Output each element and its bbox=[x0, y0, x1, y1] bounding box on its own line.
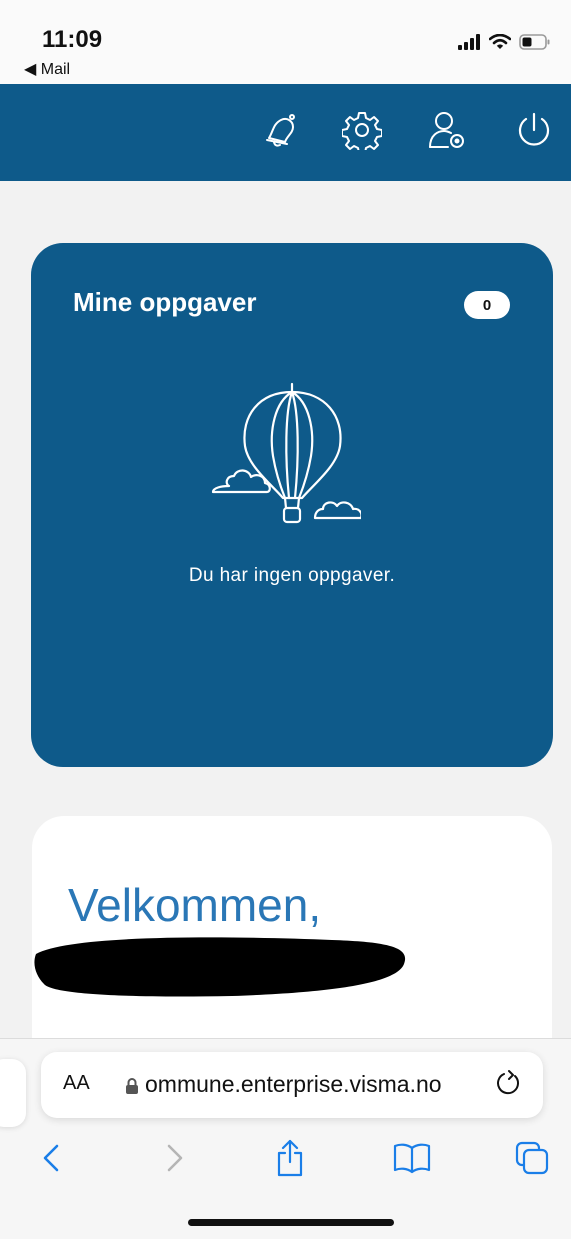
settings-button[interactable] bbox=[336, 104, 388, 156]
user-settings-icon bbox=[429, 112, 464, 148]
chevron-right-icon bbox=[167, 1144, 183, 1172]
tasks-title: Mine oppgaver bbox=[73, 287, 257, 317]
wifi-icon bbox=[489, 34, 511, 49]
chevron-left-icon bbox=[43, 1144, 59, 1172]
forward-button[interactable] bbox=[152, 1136, 196, 1180]
back-button[interactable] bbox=[30, 1136, 74, 1180]
my-tasks-card[interactable]: Mine oppgaver 0 Du har ingen oppgaver. bbox=[31, 243, 553, 767]
lock-icon bbox=[126, 1078, 138, 1094]
status-time: 11:09 bbox=[42, 26, 103, 53]
status-icons bbox=[457, 34, 551, 50]
logout-button[interactable] bbox=[508, 104, 560, 156]
battery-icon bbox=[519, 34, 550, 50]
status-bar: 11:09 ◀ Mail bbox=[0, 0, 571, 84]
home-indicator bbox=[188, 1219, 394, 1226]
cellular-signal-icon bbox=[458, 34, 480, 50]
settings-gear-icon bbox=[342, 112, 382, 150]
user-settings-button[interactable] bbox=[421, 104, 473, 156]
browser-bottom-bar: AA ommune.enterprise.visma.no bbox=[0, 1038, 571, 1239]
no-tasks-message: Du har ingen oppgaver. bbox=[188, 565, 396, 586]
back-to-mail-link[interactable]: ◀ Mail bbox=[24, 59, 70, 79]
welcome-title: Velkommen, bbox=[68, 879, 322, 931]
hot-air-balloon-icon bbox=[211, 382, 361, 524]
redacted-username bbox=[34, 937, 406, 997]
tabs-button[interactable] bbox=[510, 1136, 554, 1180]
reader-aa-button[interactable]: AA bbox=[63, 1072, 90, 1095]
tasks-count-badge: 0 bbox=[464, 291, 510, 319]
url-text[interactable]: ommune.enterprise.visma.no bbox=[145, 1071, 485, 1098]
bell-icon bbox=[266, 114, 295, 147]
share-button[interactable] bbox=[268, 1136, 312, 1180]
address-bar[interactable]: AA ommune.enterprise.visma.no bbox=[41, 1052, 543, 1118]
app-header bbox=[0, 84, 571, 181]
book-icon bbox=[393, 1143, 431, 1174]
tabs-icon bbox=[515, 1141, 549, 1175]
notifications-button[interactable] bbox=[253, 104, 305, 156]
reload-icon[interactable] bbox=[493, 1069, 523, 1099]
power-icon bbox=[518, 112, 550, 146]
share-icon bbox=[277, 1139, 303, 1177]
bookmarks-button[interactable] bbox=[390, 1136, 434, 1180]
aa-label: AA bbox=[63, 1072, 90, 1094]
previous-tab-peek[interactable] bbox=[0, 1059, 26, 1127]
